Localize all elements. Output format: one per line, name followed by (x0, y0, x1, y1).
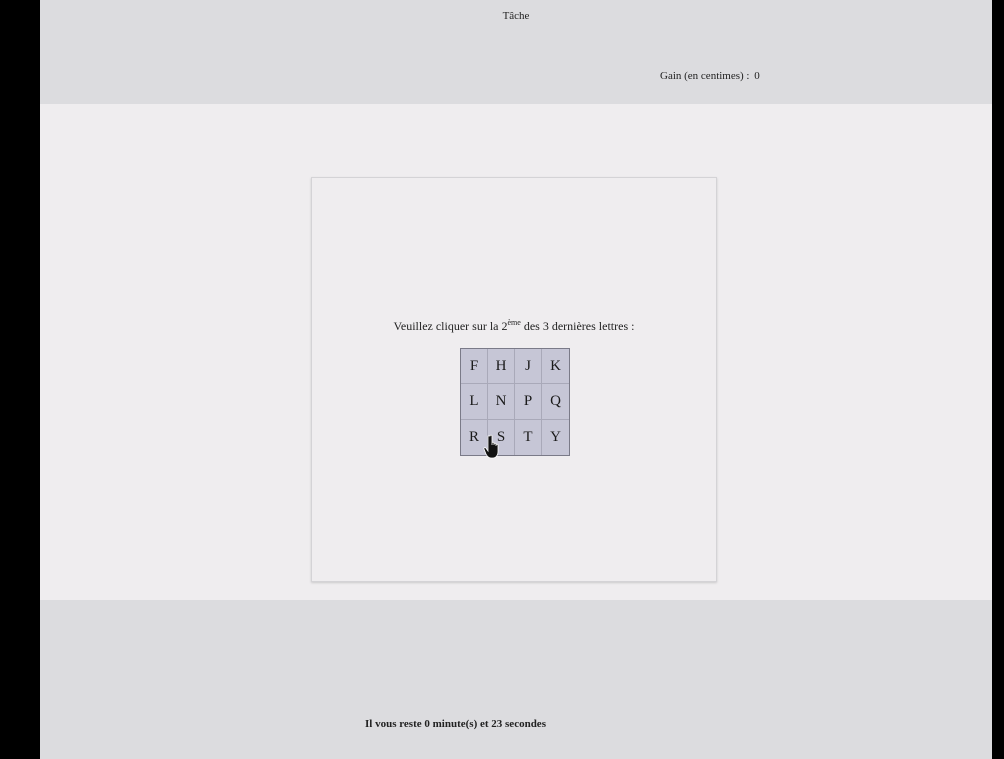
instruction-before: Veuillez cliquer sur la 2 (393, 319, 508, 333)
gain-label: Gain (en centimes) : (660, 70, 750, 82)
page-title: Tâche (502, 10, 530, 22)
letter-cell-k[interactable]: K (542, 349, 569, 385)
countdown-timer: Il vous reste 0 minute(s) et 23 secondes (365, 718, 546, 730)
letter-cell-q[interactable]: Q (542, 384, 569, 420)
footer-bar: Il vous reste 0 minute(s) et 23 secondes (40, 600, 992, 759)
gain-display: Gain (en centimes) : 0 (660, 70, 760, 82)
letter-cell-l[interactable]: L (461, 384, 488, 420)
letter-cell-f[interactable]: F (461, 349, 488, 385)
hand-pointer-icon (483, 434, 499, 459)
instruction-text: Veuillez cliquer sur la 2ème des 3 derni… (312, 318, 716, 334)
letter-cell-y[interactable]: Y (542, 420, 569, 455)
letter-cell-j[interactable]: J (515, 349, 542, 385)
task-page: Tâche Gain (en centimes) : 0 Veuillez cl… (40, 0, 992, 759)
instruction-after: des 3 dernières lettres : (520, 319, 635, 333)
instruction-sup: ème (507, 318, 521, 327)
header-bar: Tâche Gain (en centimes) : 0 (40, 0, 992, 104)
task-card: Veuillez cliquer sur la 2ème des 3 derni… (311, 177, 717, 582)
letter-grid: F H J K L N P Q R S T Y (460, 348, 570, 456)
letter-cell-h[interactable]: H (488, 349, 515, 385)
gain-value: 0 (754, 70, 760, 82)
letter-cell-n[interactable]: N (488, 384, 515, 420)
letter-cell-p[interactable]: P (515, 384, 542, 420)
letter-cell-t[interactable]: T (515, 419, 542, 455)
